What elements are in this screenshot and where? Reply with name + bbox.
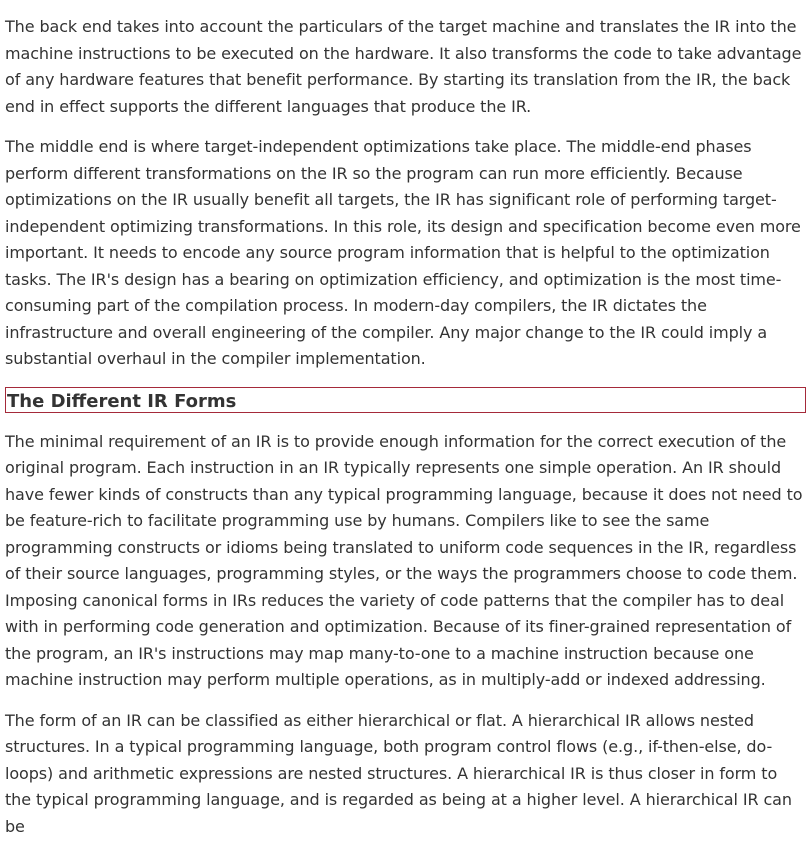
section-heading: The Different IR Forms: [5, 386, 806, 413]
paragraph-back-end: The back end takes into account the part…: [5, 17, 802, 116]
article-body: The back end takes into account the part…: [5, 14, 807, 854]
paragraph-ir-form: The form of an IR can be classified as e…: [5, 710, 792, 836]
paragraph-middle-end: The middle end is where target-independe…: [5, 137, 801, 368]
paragraph-minimal-requirement: The minimal requirement of an IR is to p…: [5, 431, 803, 690]
